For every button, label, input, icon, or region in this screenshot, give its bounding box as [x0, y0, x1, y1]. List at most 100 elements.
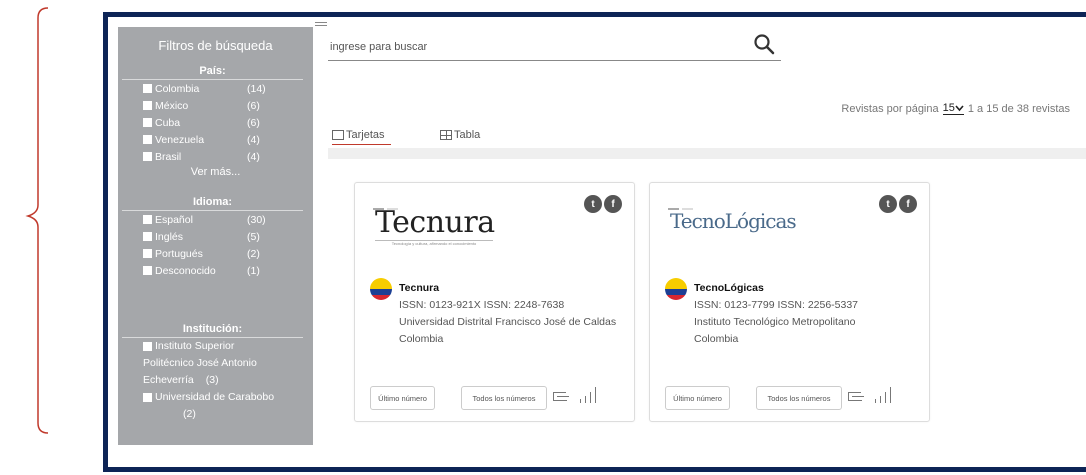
journal-card: t f TecnoLógicas TecnoLógicas ISSN: 0123…: [649, 182, 930, 422]
results-range: 1 a 15 de 38 revistas: [967, 102, 1070, 115]
filter-count: (2): [247, 247, 260, 260]
checkbox[interactable]: [143, 135, 152, 144]
see-more-link[interactable]: Ver más...: [118, 166, 313, 182]
filter-label: Brasil: [155, 150, 182, 163]
checkbox[interactable]: [143, 118, 152, 127]
filter-count: (6): [247, 116, 260, 129]
facebook-icon[interactable]: f: [604, 195, 622, 213]
menu-toggle-icon[interactable]: [315, 22, 327, 28]
filter-count: (1): [247, 264, 260, 277]
filter-label: Venezuela: [155, 133, 205, 146]
filter-label: Español: [155, 213, 193, 226]
filter-count: (30): [247, 213, 266, 226]
filter-label: México: [155, 99, 189, 112]
journal-institution: Instituto Tecnológico Metropolitano: [694, 316, 856, 328]
filter-section-title-idioma: Idioma:: [122, 196, 303, 211]
filter-count: (2): [183, 408, 196, 420]
filter-count: (4): [247, 133, 260, 146]
tab-tarjetas[interactable]: Tarjetas: [332, 129, 391, 145]
app-frame: Filtros de búsqueda País: Colombia (14) M…: [103, 12, 1086, 472]
filter-item-pais[interactable]: Brasil (4): [118, 148, 313, 165]
filter-item-pais[interactable]: Venezuela (4): [118, 131, 313, 148]
facebook-icon[interactable]: f: [899, 195, 917, 213]
journal-issn: ISSN: 0123-921X ISSN: 2248-7638: [399, 299, 565, 311]
logo-subtitle: Tecnología y cultura, afirmando el conoc…: [375, 240, 493, 246]
pagination-info: Revistas por página 15 1 a 15 de 38 revi…: [841, 102, 1070, 115]
stats-icon[interactable]: [873, 387, 893, 403]
list-index-icon[interactable]: [848, 391, 864, 403]
last-issue-button[interactable]: Último número: [665, 386, 730, 410]
filter-item-pais[interactable]: Colombia (14): [118, 80, 313, 97]
search-icon[interactable]: [753, 33, 775, 55]
journal-country: Colombia: [694, 333, 739, 345]
checkbox[interactable]: [143, 266, 152, 275]
search-bar: [328, 31, 781, 61]
filter-label: Universidad de Carabobo: [155, 391, 275, 403]
checkbox[interactable]: [143, 215, 152, 224]
journal-info: TecnoLógicas ISSN: 0123-7799 ISSN: 2256-…: [694, 280, 858, 348]
filter-count: (5): [247, 230, 260, 243]
filter-count: (4): [247, 150, 260, 163]
journal-country: Colombia: [399, 333, 444, 345]
cards-icon: [332, 130, 344, 140]
journal-name[interactable]: Tecnura: [399, 280, 616, 297]
journal-name[interactable]: TecnoLógicas: [694, 280, 858, 297]
checkbox[interactable]: [143, 341, 152, 351]
table-icon: [440, 130, 452, 140]
journal-issn: ISSN: 0123-7799 ISSN: 2256-5337: [694, 299, 859, 311]
search-input[interactable]: [330, 41, 730, 53]
list-index-icon[interactable]: [553, 391, 569, 403]
all-issues-button[interactable]: Todos los números: [756, 386, 842, 410]
filter-label: Cuba: [155, 116, 181, 129]
filter-item-idioma[interactable]: Desconocido (1): [118, 262, 313, 279]
social-links: t f: [582, 195, 622, 213]
checkbox[interactable]: [143, 84, 152, 93]
colombia-flag-icon: [665, 278, 687, 300]
twitter-icon[interactable]: t: [584, 195, 602, 213]
checkbox[interactable]: [143, 232, 152, 241]
filter-label: Colombia: [155, 82, 200, 95]
filter-label: Instituto Superior Politécnico José Anto…: [143, 340, 257, 386]
social-links: t f: [877, 195, 917, 213]
filter-label: Portugués: [155, 247, 203, 260]
sidebar-title: Filtros de búsqueda: [158, 38, 273, 53]
per-page-value: 15: [942, 102, 955, 114]
filter-item-idioma[interactable]: Español (30): [118, 211, 313, 228]
filter-item-institucion[interactable]: Instituto Superior Politécnico José Anto…: [118, 338, 288, 389]
filter-label: Inglés: [155, 230, 184, 243]
filter-count: (6): [247, 99, 260, 112]
tab-tabla[interactable]: Tabla: [440, 129, 480, 144]
filter-item-pais[interactable]: México (6): [118, 97, 313, 114]
last-issue-button[interactable]: Último número: [370, 386, 435, 410]
tab-divider: [328, 148, 1086, 159]
filter-item-institucion[interactable]: Universidad de Carabobo (2): [118, 389, 288, 423]
per-page-label: Revistas por página: [841, 102, 939, 115]
logo-text: Tecnura: [375, 205, 495, 240]
filter-item-idioma[interactable]: Inglés (5): [118, 228, 313, 245]
stats-icon[interactable]: [578, 387, 598, 403]
filter-label: Desconocido: [155, 264, 216, 277]
filter-sidebar: Filtros de búsqueda País: Colombia (14) M…: [118, 27, 313, 445]
journal-institution: Universidad Distrital Francisco José de …: [399, 316, 617, 328]
checkbox[interactable]: [143, 152, 152, 161]
filter-item-pais[interactable]: Cuba (6): [118, 114, 313, 131]
card-indicator: [373, 197, 403, 210]
per-page-select[interactable]: 15: [942, 102, 964, 115]
card-indicator: [668, 197, 698, 210]
chevron-down-icon: [955, 104, 964, 111]
tab-label: Tabla: [454, 129, 481, 141]
view-tabs: Tarjetas Tabla: [328, 125, 1086, 159]
journal-logo: TecnoLógicas: [670, 203, 797, 243]
colombia-flag-icon: [370, 278, 392, 300]
filter-section-title-pais: País:: [122, 65, 303, 80]
twitter-icon[interactable]: t: [879, 195, 897, 213]
filter-count: (14): [247, 82, 266, 95]
all-issues-button[interactable]: Todos los números: [461, 386, 547, 410]
journal-info: Tecnura ISSN: 0123-921X ISSN: 2248-7638 …: [399, 280, 616, 348]
journal-card: t f Tecnura Tecnología y cultura, afirma…: [354, 182, 635, 422]
filter-section-title-institucion: Institución:: [122, 323, 303, 338]
filter-item-idioma[interactable]: Portugués (2): [118, 245, 313, 262]
checkbox[interactable]: [143, 392, 152, 402]
checkbox[interactable]: [143, 249, 152, 258]
checkbox[interactable]: [143, 101, 152, 110]
